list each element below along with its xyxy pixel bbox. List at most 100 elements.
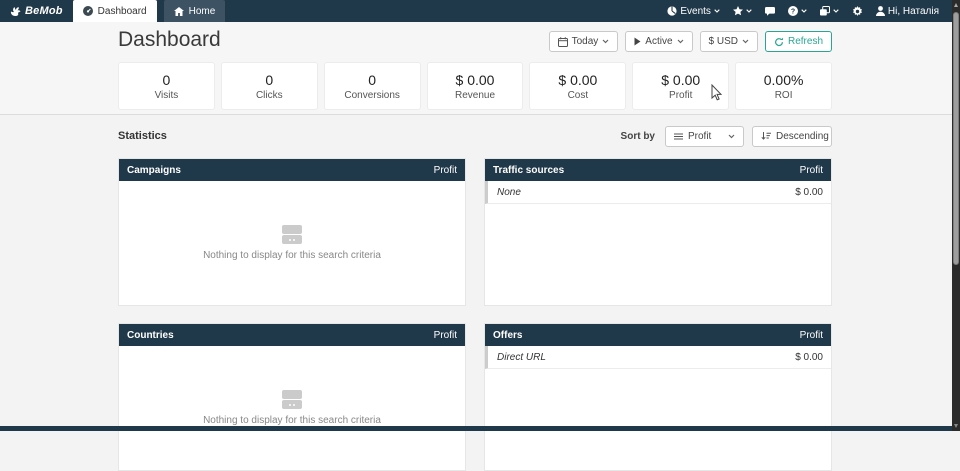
user-menu[interactable]: Ні, Наталія [876, 6, 939, 17]
stat-card-roi: 0.00% ROI [735, 62, 832, 110]
sort-direction-select[interactable]: Descending [752, 126, 832, 147]
star-icon [733, 6, 743, 16]
panel-metric-label: Profit [800, 330, 823, 341]
panel-header: Countries Profit [119, 324, 465, 346]
currency-button[interactable]: $ USD [700, 31, 758, 52]
empty-state: Nothing to display for this search crite… [203, 225, 381, 261]
tab-dashboard[interactable]: Dashboard [73, 0, 157, 22]
stat-value: 0.00% [764, 72, 804, 88]
top-navbar: BeMob Dashboard Home Events [0, 0, 952, 22]
chevron-down-icon [602, 39, 609, 44]
scrollbar-thumb[interactable] [953, 12, 959, 265]
stat-card-clicks: 0 Clicks [221, 62, 318, 110]
stat-label: Conversions [344, 90, 400, 101]
date-range-label: Today [572, 36, 599, 47]
panel-countries: Countries Profit Nothing to display for … [118, 323, 466, 471]
refresh-icon [774, 37, 784, 47]
chevron-down-icon [677, 39, 684, 44]
gauge-icon [83, 6, 93, 16]
stat-value: $ 0.00 [558, 72, 597, 88]
row-value: $ 0.00 [795, 187, 823, 198]
chevron-down-icon [833, 9, 839, 13]
events-icon [667, 6, 677, 16]
stat-value: 0 [368, 72, 376, 88]
panel-traffic-sources: Traffic sources Profit None $ 0.00 [484, 158, 832, 306]
row-name: Direct URL [497, 352, 546, 363]
panel-title: Offers [493, 330, 522, 341]
play-icon [634, 37, 641, 46]
stat-value: 0 [163, 72, 171, 88]
tab-home-label: Home [189, 6, 216, 17]
stat-card-profit: $ 0.00 Profit [632, 62, 729, 110]
empty-data-icon [282, 390, 302, 409]
stat-label: Cost [568, 90, 589, 101]
chat-button[interactable] [765, 7, 775, 16]
stat-label: Revenue [455, 90, 495, 101]
chevron-down-icon [746, 9, 752, 13]
row-value: $ 0.00 [795, 352, 823, 363]
favorites-menu[interactable] [733, 6, 752, 16]
stat-card-cost: $ 0.00 Cost [529, 62, 626, 110]
scroll-up-arrow[interactable] [952, 0, 960, 10]
stat-card-revenue: $ 0.00 Revenue [427, 62, 524, 110]
panel-offers: Offers Profit Direct URL $ 0.00 [484, 323, 832, 471]
brand-name: BeMob [25, 5, 63, 17]
panel-metric-label: Profit [434, 330, 457, 341]
tab-home[interactable]: Home [164, 0, 226, 22]
panel-metric-label: Profit [434, 165, 457, 176]
toolbar: Today Active $ USD Refresh [118, 31, 832, 52]
panel-grid: Campaigns Profit Nothing to display for … [118, 158, 832, 471]
chevron-down-icon [714, 9, 720, 13]
chevron-down-icon [742, 39, 749, 44]
user-label: Ні, Наталія [888, 6, 939, 17]
sort-field-value: Profit [688, 131, 711, 142]
chevron-down-icon [801, 9, 807, 13]
stat-value: $ 0.00 [661, 72, 700, 88]
sort-bar: Sort by Profit Descending [118, 126, 832, 147]
stat-label: Visits [155, 90, 179, 101]
calendar-icon [558, 37, 568, 47]
stat-label: Clicks [256, 90, 283, 101]
tab-dashboard-label: Dashboard [98, 6, 147, 17]
date-range-button[interactable]: Today [549, 31, 619, 52]
home-icon [174, 7, 184, 16]
settings-button[interactable] [852, 6, 863, 17]
stat-label: Profit [669, 90, 692, 101]
empty-data-icon [282, 225, 302, 244]
status-filter-button[interactable]: Active [625, 31, 692, 52]
help-icon: ? [788, 6, 798, 16]
currency-label: $ USD [709, 36, 738, 47]
empty-text: Nothing to display for this search crite… [203, 250, 381, 261]
panel-header: Campaigns Profit [119, 159, 465, 181]
refresh-label: Refresh [788, 36, 823, 47]
stat-value: 0 [265, 72, 273, 88]
scroll-down-arrow[interactable] [952, 421, 960, 431]
events-label: Events [680, 6, 711, 17]
stack-icon [820, 6, 830, 16]
empty-text: Nothing to display for this search crite… [203, 415, 381, 426]
workspaces-menu[interactable] [820, 6, 839, 16]
panel-metric-label: Profit [800, 165, 823, 176]
sort-field-select[interactable]: Profit [665, 126, 744, 147]
vertical-scrollbar[interactable] [952, 0, 960, 431]
stat-card-visits: 0 Visits [118, 62, 215, 110]
stat-cards: 0 Visits 0 Clicks 0 Conversions $ 0.00 R… [118, 62, 832, 110]
table-row[interactable]: Direct URL $ 0.00 [485, 346, 831, 369]
events-menu[interactable]: Events [667, 6, 720, 17]
panel-header: Traffic sources Profit [485, 159, 831, 181]
sort-direction-value: Descending [776, 131, 829, 142]
bemob-logo[interactable]: BeMob [0, 0, 73, 22]
sort-by-label: Sort by [621, 131, 655, 142]
stat-label: ROI [775, 90, 793, 101]
help-menu[interactable]: ? [788, 6, 807, 16]
gear-icon [852, 6, 863, 17]
refresh-button[interactable]: Refresh [765, 31, 832, 52]
panel-title: Traffic sources [493, 165, 564, 176]
panel-title: Campaigns [127, 165, 181, 176]
stat-card-conversions: 0 Conversions [324, 62, 421, 110]
table-row[interactable]: None $ 0.00 [485, 181, 831, 204]
chevron-down-icon [728, 134, 735, 139]
chat-icon [765, 7, 775, 16]
panel-campaigns: Campaigns Profit Nothing to display for … [118, 158, 466, 306]
row-name: None [497, 187, 521, 198]
